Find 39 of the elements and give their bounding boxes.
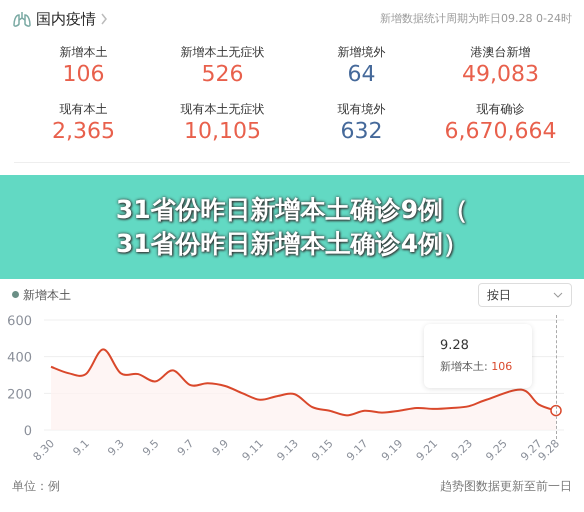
stat-label: 新增本土无症状 (180, 44, 264, 60)
stat-value: 106 (62, 60, 104, 88)
stat-label: 现有确诊 (476, 101, 524, 118)
unit-note: 单位：例 (12, 478, 60, 494)
stat-value: 526 (202, 60, 244, 88)
lungs-icon (12, 10, 32, 28)
caret-icon (553, 292, 563, 298)
stat-value: 10,105 (184, 118, 261, 146)
stat-value: 49,083 (462, 60, 539, 88)
update-note: 趋势图数据更新至前一日 (440, 478, 572, 494)
axis-label: 9.3 (105, 436, 127, 458)
axis-label: 9.9 (210, 436, 232, 458)
axis-label: 200 (7, 386, 32, 402)
headline-text: 31省份昨日新增本土确诊9例（ (116, 194, 468, 226)
axis-label: 0 (24, 424, 32, 438)
tooltip-date: 9.28 (440, 336, 470, 354)
section-title: 国内疫情 (36, 9, 96, 30)
axis-label: 600 (7, 314, 32, 328)
axis-label: 9.1 (70, 436, 92, 458)
period-note: 新增数据统计周期为昨日09.28 0-24时 (380, 11, 572, 27)
stat-label: 新增境外 (338, 44, 386, 60)
stat-value: 632 (340, 118, 382, 146)
point-marker (550, 404, 562, 416)
stat-label: 港澳台新增 (470, 44, 530, 60)
tooltip-text: 新增本土: 106 (440, 359, 514, 375)
stat-label: 现有本土 (60, 101, 108, 118)
period-dropdown[interactable]: 按日 (478, 282, 572, 306)
axis-label: 400 (7, 350, 32, 366)
stat-value: 2,365 (52, 118, 115, 146)
legend-label: 新增本土 (23, 286, 71, 304)
stat-value: 64 (348, 60, 376, 88)
axis-label: 9.7 (174, 436, 196, 458)
stat-value: 6,670,664 (444, 118, 556, 146)
chevron-icon[interactable] (100, 13, 108, 26)
stat-label: 新增本土 (60, 44, 108, 60)
axis-label: 9.5 (140, 436, 162, 458)
headline-text: 31省份昨日新增本土确诊4例） (116, 228, 468, 260)
stat-label: 现有本土无症状 (180, 101, 264, 118)
stat-label: 现有境外 (338, 101, 386, 118)
